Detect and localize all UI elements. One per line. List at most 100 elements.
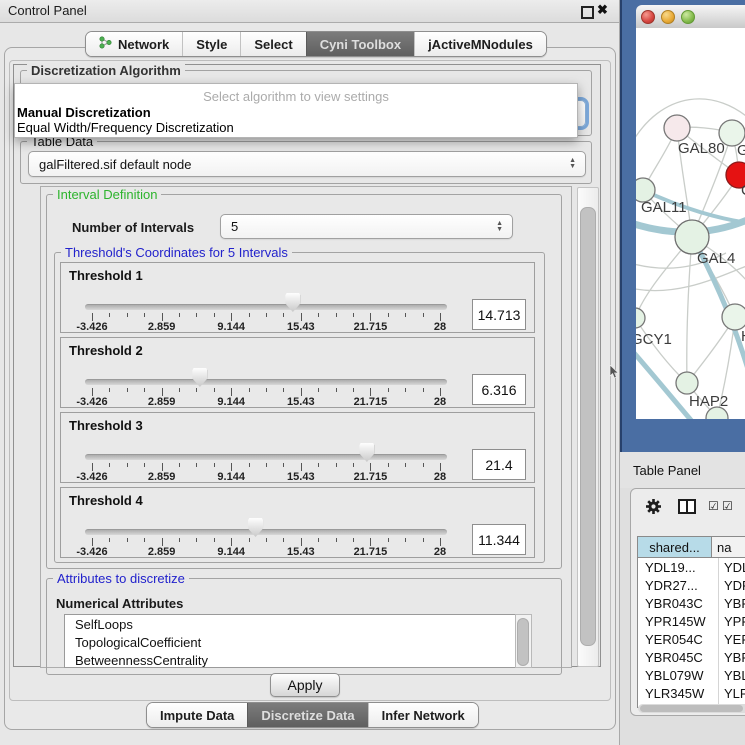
attribute-list-item[interactable]: BetweennessCentrality: [65, 651, 515, 668]
table-row[interactable]: YLR345WYLR3: [638, 684, 745, 702]
slider-track[interactable]: [85, 529, 447, 535]
threshold-value-field[interactable]: 11.344: [472, 524, 526, 555]
tick-mark: [370, 388, 371, 396]
cell-name[interactable]: YBR0: [719, 648, 745, 666]
control-panel: Control Panel ✖ Network Style Select Cyn…: [0, 0, 620, 745]
zoom-traffic-light-icon[interactable]: [681, 10, 695, 24]
cell-shared-name[interactable]: YDR27...: [638, 576, 719, 594]
dropdown-item-equal-width[interactable]: Equal Width/Frequency Discretization: [17, 120, 234, 135]
attribute-list-item[interactable]: TopologicalCoefficient: [65, 633, 515, 651]
tab-impute-data[interactable]: Impute Data: [147, 703, 247, 727]
tick-mark: [109, 313, 110, 317]
cell-shared-name[interactable]: YBR043C: [638, 594, 719, 612]
attributes-group-title: Attributes to discretize: [53, 571, 189, 586]
threshold-value-field[interactable]: 21.4: [472, 449, 526, 480]
tab-discretize-data[interactable]: Discretize Data: [247, 703, 367, 727]
cell-shared-name[interactable]: YER054C: [638, 630, 719, 648]
tick-mark: [249, 538, 250, 542]
apply-button[interactable]: Apply: [270, 673, 340, 697]
cell-shared-name[interactable]: YLR345W: [638, 684, 719, 702]
cell-name[interactable]: YER0: [719, 630, 745, 648]
tick-mark: [92, 538, 93, 546]
checkbox-icon[interactable]: ☑: [722, 499, 733, 513]
table-row[interactable]: YBR043CYBR0: [638, 594, 745, 612]
cell-name[interactable]: YDL1: [719, 558, 745, 576]
table-row[interactable]: YDR27...YDR2: [638, 576, 745, 594]
cell-name[interactable]: YPR1: [719, 612, 745, 630]
tick-mark: [214, 388, 215, 392]
scale-label: 21.715: [354, 471, 388, 483]
tick-mark: [405, 313, 406, 317]
main-vertical-scrollbar[interactable]: [577, 187, 599, 667]
cell-name[interactable]: YLR3: [719, 684, 745, 702]
node-attribute-table[interactable]: shared... na YDL19...YDL1YDR27...YDR2YBR…: [637, 536, 745, 708]
cell-shared-name[interactable]: YBL079W: [638, 666, 719, 684]
tab-style[interactable]: Style: [182, 32, 240, 56]
node-gal4[interactable]: [675, 220, 709, 254]
tick-mark: [423, 538, 424, 542]
table-row[interactable]: YBL079WYBL0: [638, 666, 745, 684]
threshold-label: Threshold 2: [69, 343, 143, 358]
cell-shared-name[interactable]: YDL19...: [638, 558, 719, 576]
table-data-combobox[interactable]: galFiltered.sif default node ▲▼: [28, 151, 586, 177]
algorithm-dropdown-popup: Select algorithm to view settings Manual…: [14, 83, 578, 138]
threshold-value-field[interactable]: 14.713: [472, 299, 526, 330]
tick-mark: [336, 313, 337, 317]
slider-scale-labels: -3.4262.8599.14415.4321.71528: [85, 546, 447, 558]
scale-label: 2.859: [148, 471, 176, 483]
tab-select[interactable]: Select: [240, 32, 305, 56]
threshold-value-field[interactable]: 6.316: [472, 374, 526, 405]
close-traffic-light-icon[interactable]: [641, 10, 655, 24]
tick-mark: [196, 388, 197, 392]
float-window-icon[interactable]: [581, 6, 594, 19]
table-row[interactable]: YPR145WYPR1: [638, 612, 745, 630]
table-row[interactable]: YBR045CYBR0: [638, 648, 745, 666]
scale-label: 15.43: [287, 396, 315, 408]
gear-icon[interactable]: [645, 498, 662, 518]
slider-scale-labels: -3.4262.8599.14415.4321.71528: [85, 471, 447, 483]
scale-label: 21.715: [354, 321, 388, 333]
attribute-list-item[interactable]: SelfLoops: [65, 615, 515, 633]
tick-mark: [144, 538, 145, 542]
tick-mark: [231, 463, 232, 471]
slider-track[interactable]: [85, 454, 447, 460]
cell-shared-name[interactable]: YPR145W: [638, 612, 719, 630]
node-right[interactable]: [722, 304, 745, 330]
tab-network-label: Network: [118, 37, 169, 52]
table-row[interactable]: YDL19...YDL1: [638, 558, 745, 576]
node-hap2[interactable]: [676, 372, 698, 394]
num-intervals-combobox[interactable]: 5 ▲▼: [220, 214, 513, 239]
cell-name[interactable]: YDR2: [719, 576, 745, 594]
table-horizontal-scrollbar[interactable]: [638, 704, 745, 713]
slider-track[interactable]: [85, 304, 447, 310]
scale-label: 2.859: [148, 546, 176, 558]
minimize-traffic-light-icon[interactable]: [661, 10, 675, 24]
node-gal80[interactable]: [664, 115, 690, 141]
bottom-tab-bar: Impute Data Discretize Data Infer Networ…: [146, 702, 479, 728]
close-icon[interactable]: ✖: [597, 2, 608, 18]
node-gcy1[interactable]: [636, 308, 645, 328]
slider-track[interactable]: [85, 379, 447, 385]
column-header-shared-name[interactable]: shared...: [638, 537, 712, 557]
tab-cyni-toolbox[interactable]: Cyni Toolbox: [306, 32, 414, 56]
table-row[interactable]: YER054CYER0: [638, 630, 745, 648]
column-header-name[interactable]: na: [712, 537, 745, 557]
cell-shared-name[interactable]: YBR045C: [638, 648, 719, 666]
tab-network[interactable]: Network: [86, 32, 182, 56]
scale-label: 2.859: [148, 321, 176, 333]
tick-mark: [336, 388, 337, 392]
tab-infer-network[interactable]: Infer Network: [368, 703, 478, 727]
attributes-list-scrollbar[interactable]: [515, 614, 532, 668]
checkbox-icon[interactable]: ☑: [708, 499, 719, 513]
tab-jactivemnodules[interactable]: jActiveMNodules: [414, 32, 546, 56]
cell-name[interactable]: YBL0: [719, 666, 745, 684]
tick-mark: [266, 388, 267, 392]
column-layout-icon[interactable]: [678, 499, 696, 517]
node-label: GAL80: [678, 140, 725, 157]
network-edge: [636, 318, 687, 383]
numerical-attributes-list[interactable]: SelfLoopsTopologicalCoefficientBetweenne…: [64, 614, 516, 668]
dropdown-item-manual[interactable]: Manual Discretization: [17, 105, 151, 120]
threshold-row: Threshold 1 -3.4262.8599.14415.4321.7152…: [60, 262, 535, 333]
cell-name[interactable]: YBR0: [719, 594, 745, 612]
network-canvas[interactable]: GAL80GCGAL11GAL4GCY1HHAP2: [636, 28, 745, 419]
